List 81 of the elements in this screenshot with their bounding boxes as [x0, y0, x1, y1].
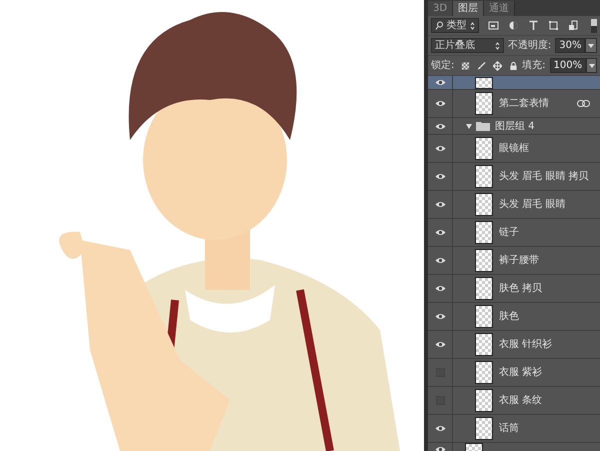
fill-label: 填充:	[522, 58, 546, 73]
smart-object-filter-icon[interactable]	[568, 20, 579, 31]
brush-icon[interactable]	[477, 60, 486, 70]
layer-name: 头发 眉毛 眼睛 拷贝	[499, 170, 589, 184]
lock-pixels-icon[interactable]	[461, 60, 470, 70]
eye-icon[interactable]	[434, 100, 446, 107]
layer-row[interactable]: 肤色 拷贝	[428, 275, 600, 303]
caret-icon	[588, 44, 594, 48]
layer-row[interactable]: 眼镜框	[428, 135, 600, 163]
panel-tab[interactable]: 3D	[428, 1, 454, 16]
layer-row[interactable]: 第二套表情	[428, 90, 600, 118]
layer-thumbnail	[475, 361, 493, 384]
layer-row[interactable]: 衣服 紫衫	[428, 359, 600, 387]
eye-icon[interactable]	[434, 173, 446, 180]
layer-thumbnail	[475, 77, 493, 89]
folder-icon	[476, 121, 490, 131]
caret-icon	[494, 42, 500, 50]
layer-row[interactable]: 链子	[428, 219, 600, 247]
lock-icon[interactable]	[509, 60, 518, 70]
opacity-label: 不透明度:	[508, 38, 552, 53]
layer-name: 肤色	[499, 310, 519, 324]
eye-icon[interactable]	[434, 425, 446, 432]
eye-icon[interactable]	[434, 122, 446, 130]
caret-icon	[470, 22, 475, 30]
image-filter-icon[interactable]	[488, 20, 499, 31]
caret-icon	[588, 64, 595, 68]
layer-thumbnail	[475, 92, 493, 115]
layer-name: 话筒	[499, 422, 519, 436]
layer-name: 衣服 条纹	[499, 394, 542, 408]
layer-row[interactable]: 话筒	[428, 415, 600, 443]
fill-field[interactable]: 100%	[550, 58, 586, 73]
layer-thumbnail	[475, 193, 493, 216]
shape-filter-icon[interactable]	[548, 20, 559, 31]
layer-name: 第二套表情	[499, 96, 549, 111]
panel-tab[interactable]: 图层	[453, 1, 484, 16]
layer-thumbnail	[475, 333, 493, 356]
filter-toggle-icon[interactable]	[591, 18, 597, 32]
layer-thumbnail	[475, 165, 493, 188]
eye-icon[interactable]	[434, 285, 446, 292]
layer-row[interactable]: 衣服 条纹	[428, 387, 600, 415]
eye-icon[interactable]	[434, 446, 446, 451]
eye-icon[interactable]	[434, 79, 446, 86]
eye-icon[interactable]	[434, 229, 446, 236]
eye-icon[interactable]	[434, 257, 446, 264]
move-icon[interactable]	[493, 60, 502, 70]
blend-mode-dropdown[interactable]: 正片叠底	[431, 38, 504, 53]
eye-icon[interactable]	[434, 145, 446, 152]
layer-thumbnail	[475, 305, 493, 328]
layer-row[interactable]: 肤色	[428, 303, 600, 331]
layer-name: 眼镜框	[499, 142, 529, 156]
layer-row[interactable]: 头发 眉毛 眼睛 拷贝	[428, 163, 600, 191]
search-icon	[435, 21, 443, 30]
expand-triangle-icon[interactable]	[466, 124, 472, 128]
layer-row[interactable]: 衣服 针织衫	[428, 331, 600, 359]
layer-thumbnail	[475, 417, 493, 440]
layer-row[interactable]	[428, 76, 600, 90]
adjustment-filter-icon[interactable]	[508, 20, 519, 31]
layer-name: 肤色 拷贝	[499, 282, 542, 296]
layer-thumbnail	[475, 137, 493, 160]
eye-icon[interactable]	[434, 313, 446, 320]
panel-tab[interactable]: 通道	[484, 1, 516, 16]
layer-row[interactable]: 裤子腰带	[428, 247, 600, 275]
eye-icon[interactable]	[434, 201, 446, 208]
layer-thumbnail	[475, 249, 493, 272]
layer-thumbnail	[475, 277, 493, 300]
lock-label: 锁定:	[431, 58, 454, 73]
fill-dropdown-button[interactable]	[586, 58, 598, 73]
layer-thumbnail	[475, 389, 493, 412]
type-filter-icon[interactable]	[528, 20, 539, 31]
layer-thumbnail	[475, 221, 493, 244]
layer-name: 头发 眉毛 眼睛	[499, 198, 566, 212]
layer-row[interactable]: 头发 眉毛 眼睛	[428, 191, 600, 219]
eye-icon[interactable]	[434, 341, 446, 348]
layer-name: 衣服 针织衫	[499, 338, 552, 352]
layer-name: 衣服 紫衫	[499, 366, 542, 380]
layer-name: 裤子腰带	[499, 254, 539, 268]
opacity-field[interactable]: 30%	[555, 38, 586, 53]
layer-name: 链子	[499, 226, 519, 240]
opacity-dropdown-button[interactable]	[585, 38, 597, 53]
group-name: 图层组 4	[495, 120, 535, 134]
filter-dropdown[interactable]: 类型	[431, 18, 479, 33]
